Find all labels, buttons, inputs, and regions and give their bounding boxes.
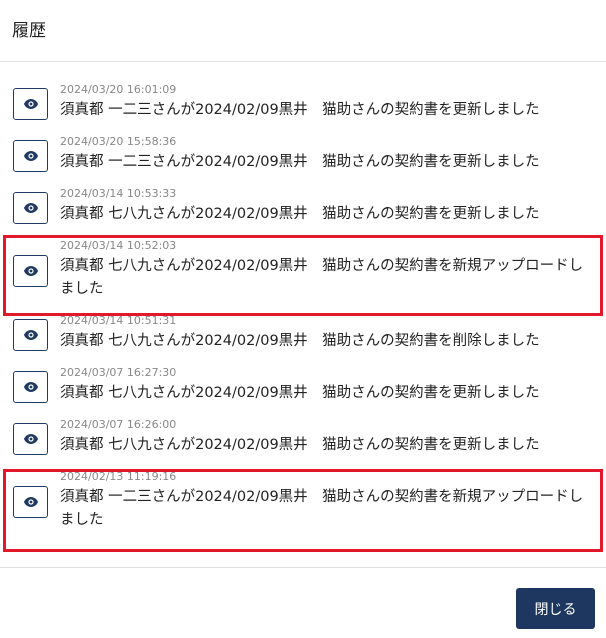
- dialog-title: 履歴: [12, 21, 46, 41]
- entry-timestamp: 2024/03/14 10:53:33: [60, 187, 177, 200]
- entry-timestamp: 2024/03/20 16:01:09: [60, 83, 177, 96]
- history-entry: 2024/03/14 10:52:03 須真都 七八九さんが2024/02/09…: [0, 239, 606, 315]
- view-button[interactable]: [13, 486, 48, 518]
- eye-icon: [23, 202, 39, 214]
- entry-message: 須真都 一二三さんが2024/02/09黒井 猫助さんの契約書を更新しました: [60, 154, 540, 170]
- entry-message: 須真都 一二三さんが2024/02/09黒井 猫助さんの契約書を更新しました: [60, 102, 540, 118]
- entry-message: 須真都 七八九さんが2024/02/09黒井 猫助さんの契約書を更新しました: [60, 206, 540, 222]
- history-entry: 2024/03/14 10:53:33 須真都 七八九さんが2024/02/09…: [0, 187, 606, 240]
- entry-message: 須真都 七八九さんが2024/02/09黒井 猫助さんの契約書を更新しました: [60, 385, 540, 401]
- view-button[interactable]: [13, 255, 48, 287]
- entry-message: 須真都 一二三さんが2024/02/09黒井 猫助さんの契約書を新規アップロード…: [60, 489, 584, 528]
- entry-timestamp: 2024/03/07 16:26:00: [60, 418, 177, 431]
- eye-icon: [23, 329, 39, 341]
- entry-timestamp: 2024/02/13 11:19:16: [60, 470, 177, 483]
- view-button[interactable]: [13, 371, 48, 403]
- eye-icon: [23, 433, 39, 445]
- history-entry: 2024/03/14 10:51:31 須真都 七八九さんが2024/02/09…: [0, 314, 606, 367]
- eye-icon: [23, 265, 39, 277]
- dialog-header: 履歴: [0, 0, 606, 62]
- history-entry: 2024/02/13 11:19:16 須真都 一二三さんが2024/02/09…: [0, 470, 606, 546]
- entry-timestamp: 2024/03/14 10:52:03: [60, 239, 177, 252]
- view-button[interactable]: [13, 88, 48, 120]
- history-entry: 2024/03/07 16:27:30 須真都 七八九さんが2024/02/09…: [0, 366, 606, 419]
- footer-divider: [0, 567, 606, 568]
- history-entry: 2024/03/20 16:01:09 須真都 一二三さんが2024/02/09…: [0, 83, 606, 136]
- view-button[interactable]: [13, 140, 48, 172]
- entry-timestamp: 2024/03/07 16:27:30: [60, 366, 177, 379]
- history-list: 2024/03/20 16:01:09 須真都 一二三さんが2024/02/09…: [0, 83, 606, 546]
- eye-icon: [23, 150, 39, 162]
- entry-message: 須真都 七八九さんが2024/02/09黒井 猫助さんの契約書を更新しました: [60, 437, 540, 453]
- entry-message: 須真都 七八九さんが2024/02/09黒井 猫助さんの契約書を新規アップロード…: [60, 258, 584, 297]
- eye-icon: [23, 496, 39, 508]
- close-button[interactable]: 閉じる: [516, 588, 595, 629]
- history-entry: 2024/03/07 16:26:00 須真都 七八九さんが2024/02/09…: [0, 418, 606, 471]
- entry-timestamp: 2024/03/14 10:51:31: [60, 314, 177, 327]
- eye-icon: [23, 381, 39, 393]
- view-button[interactable]: [13, 319, 48, 351]
- entry-timestamp: 2024/03/20 15:58:36: [60, 135, 177, 148]
- entry-message: 須真都 七八九さんが2024/02/09黒井 猫助さんの契約書を削除しました: [60, 333, 540, 349]
- view-button[interactable]: [13, 423, 48, 455]
- history-entry: 2024/03/20 15:58:36 須真都 一二三さんが2024/02/09…: [0, 135, 606, 188]
- eye-icon: [23, 98, 39, 110]
- view-button[interactable]: [13, 192, 48, 224]
